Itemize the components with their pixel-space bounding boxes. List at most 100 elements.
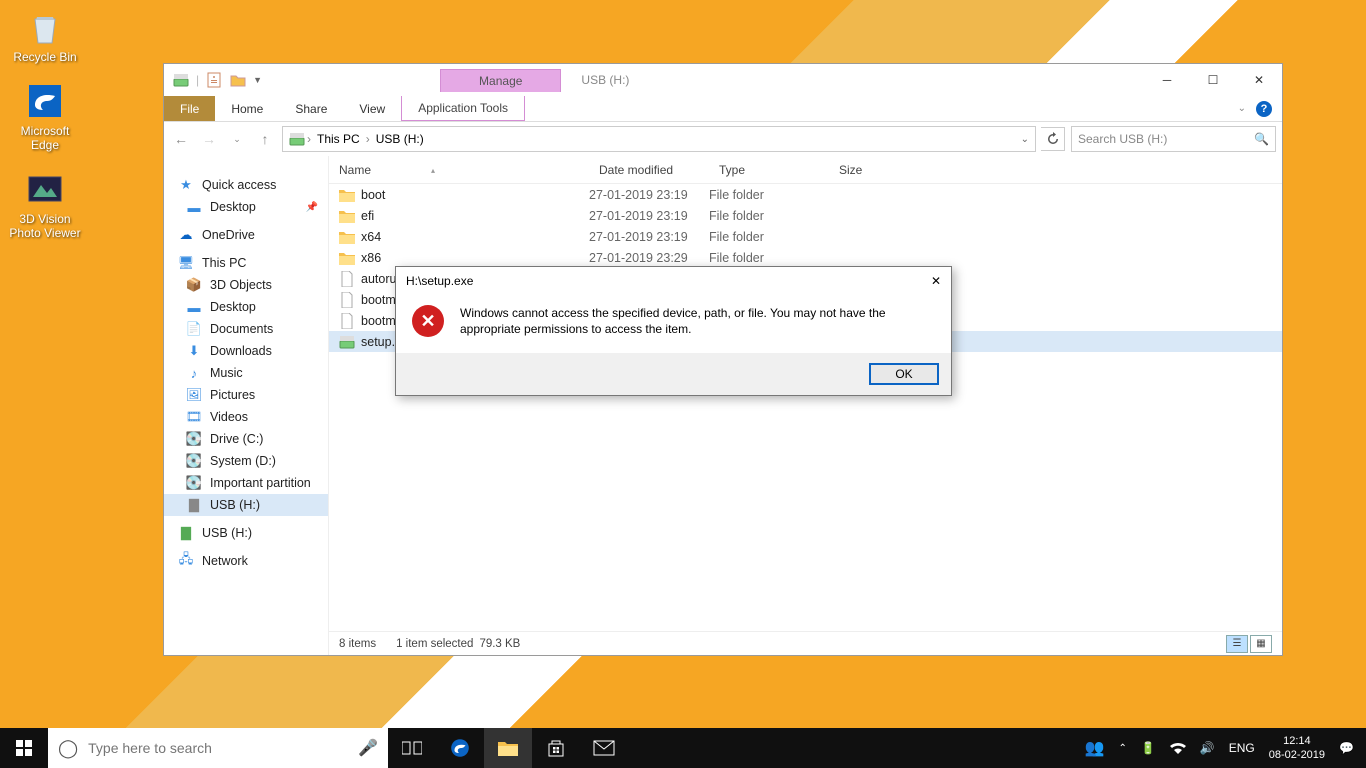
nav-item-pictures[interactable]: 🖼Pictures [164, 384, 328, 406]
file-row[interactable]: x8627-01-2019 23:29File folder [329, 247, 1282, 268]
nav-item-documents[interactable]: 📄Documents [164, 318, 328, 340]
dialog-message: Windows cannot access the specified devi… [460, 305, 935, 343]
nav-item-downloads[interactable]: ⬇Downloads [164, 340, 328, 362]
dialog-close-button[interactable]: ✕ [931, 274, 941, 288]
view-details-button[interactable]: ☰ [1226, 635, 1248, 653]
address-dropdown-icon[interactable]: ⌄ [1021, 134, 1029, 145]
action-center-icon[interactable]: 💬 [1339, 741, 1354, 755]
nav-item-music[interactable]: ♪Music [164, 362, 328, 384]
address-bar[interactable]: › This PC › USB (H:) ⌄ [282, 126, 1036, 152]
ribbon-tabs: File Home Share View Application Tools ⌄… [164, 96, 1282, 122]
taskbar-store[interactable] [532, 728, 580, 768]
desktop-icon-edge[interactable]: Microsoft Edge [6, 80, 84, 152]
file-icon [339, 313, 355, 329]
wifi-icon[interactable] [1170, 742, 1186, 754]
chevron-right-icon[interactable]: › [364, 132, 372, 146]
start-button[interactable] [0, 728, 48, 768]
nav-item-icon: 💽 [186, 475, 202, 491]
view-large-button[interactable]: ▦ [1250, 635, 1272, 653]
file-date: 27-01-2019 23:19 [589, 209, 709, 223]
nav-desktop-quick[interactable]: ▬Desktop📌 [164, 196, 328, 218]
file-name: x64 [361, 230, 381, 244]
help-icon[interactable]: ? [1256, 101, 1272, 117]
drive-icon [289, 131, 305, 147]
column-type[interactable]: Type [709, 163, 829, 177]
nav-item-system-d-[interactable]: 💽System (D:) [164, 450, 328, 472]
taskbar-edge[interactable] [436, 728, 484, 768]
nav-item-3d-objects[interactable]: 📦3D Objects [164, 274, 328, 296]
maximize-button[interactable]: ☐ [1190, 65, 1236, 95]
title-bar[interactable]: | ▼ Manage USB (H:) ─ ☐ ✕ [164, 64, 1282, 96]
close-button[interactable]: ✕ [1236, 65, 1282, 95]
nav-usb-root[interactable]: ▇USB (H:) [164, 522, 328, 544]
tab-file[interactable]: File [164, 96, 215, 121]
error-dialog: H:\setup.exe ✕ ✕ Windows cannot access t… [395, 266, 952, 396]
qat-dropdown-icon[interactable]: ▼ [253, 75, 262, 85]
mic-icon[interactable]: 🎤 [358, 738, 378, 758]
column-size[interactable]: Size [829, 163, 909, 177]
column-headers: Name▴ Date modified Type Size [329, 156, 1282, 184]
tab-home[interactable]: Home [215, 96, 279, 121]
file-type: File folder [709, 251, 829, 265]
chevron-right-icon[interactable]: › [305, 132, 313, 146]
volume-icon[interactable]: 🔊 [1200, 741, 1215, 755]
star-icon: ★ [178, 177, 194, 193]
nav-item-videos[interactable]: 🎞Videos [164, 406, 328, 428]
file-row[interactable]: efi27-01-2019 23:19File folder [329, 205, 1282, 226]
properties-icon[interactable] [205, 71, 223, 89]
taskbar-search-input[interactable] [88, 740, 348, 756]
status-selected-count: 1 item selected [396, 638, 473, 650]
taskbar-mail[interactable] [580, 728, 628, 768]
back-button[interactable]: ← [170, 128, 192, 150]
file-name: efi [361, 209, 374, 223]
desktop-icon-recycle-bin[interactable]: Recycle Bin [6, 6, 84, 64]
file-row[interactable]: x6427-01-2019 23:19File folder [329, 226, 1282, 247]
language-indicator[interactable]: ENG [1229, 741, 1255, 755]
nav-network[interactable]: 🖧Network [164, 550, 328, 572]
recent-locations-icon[interactable]: ⌄ [226, 128, 248, 150]
nav-this-pc[interactable]: 🖥This PC [164, 252, 328, 274]
breadcrumb-this-pc[interactable]: This PC [313, 132, 364, 146]
file-row[interactable]: boot27-01-2019 23:19File folder [329, 184, 1282, 205]
taskbar-explorer[interactable] [484, 728, 532, 768]
file-date: 27-01-2019 23:19 [589, 188, 709, 202]
nav-item-desktop[interactable]: ▬Desktop [164, 296, 328, 318]
tab-view[interactable]: View [343, 96, 401, 121]
file-list[interactable]: boot27-01-2019 23:19File folder efi 27-01-… [329, 184, 1282, 631]
folder-icon [339, 250, 355, 266]
taskbar-search[interactable]: ◯ 🎤 [48, 728, 388, 768]
folder-icon [339, 229, 355, 245]
nav-item-usb-h-[interactable]: ▇USB (H:) [164, 494, 328, 516]
ribbon-expand-icon[interactable]: ⌄ [1238, 103, 1246, 114]
folder-qat-icon[interactable] [229, 71, 247, 89]
battery-icon[interactable]: 🔋 [1141, 741, 1156, 755]
nav-quick-access[interactable]: ★Quick access [164, 174, 328, 196]
people-icon[interactable]: 👥 [1085, 738, 1105, 758]
nav-item-drive-c-[interactable]: 💽Drive (C:) [164, 428, 328, 450]
minimize-button[interactable]: ─ [1144, 65, 1190, 95]
up-button[interactable]: ↑ [254, 128, 276, 150]
task-view-button[interactable] [388, 728, 436, 768]
search-box[interactable]: Search USB (H:) 🔍 [1071, 126, 1276, 152]
tray-expand-icon[interactable]: ⌃ [1118, 743, 1126, 754]
folder-icon [339, 208, 355, 224]
desktop-icon-3dvision[interactable]: 3D Vision Photo Viewer [6, 168, 84, 240]
pin-icon: 📌 [306, 202, 318, 213]
drive-icon[interactable] [172, 71, 190, 89]
file-date: 27-01-2019 23:29 [589, 251, 709, 265]
breadcrumb-usb[interactable]: USB (H:) [372, 132, 428, 146]
forward-button[interactable]: → [198, 128, 220, 150]
search-icon: 🔍 [1254, 132, 1269, 146]
column-date[interactable]: Date modified [589, 163, 709, 177]
error-icon: ✕ [412, 305, 444, 337]
nav-onedrive[interactable]: ☁OneDrive [164, 224, 328, 246]
refresh-button[interactable] [1041, 127, 1065, 151]
nav-item-important-partition[interactable]: 💽Important partition [164, 472, 328, 494]
manage-contextual-tab[interactable]: Manage [440, 69, 561, 92]
status-bar: 8 items 1 item selected 79.3 KB ☰ ▦ [329, 631, 1282, 655]
tab-application-tools[interactable]: Application Tools [401, 96, 525, 121]
tab-share[interactable]: Share [279, 96, 343, 121]
ok-button[interactable]: OK [869, 363, 939, 385]
taskbar-clock[interactable]: 12:14 08-02-2019 [1269, 734, 1325, 762]
column-name[interactable]: Name▴ [329, 163, 589, 177]
